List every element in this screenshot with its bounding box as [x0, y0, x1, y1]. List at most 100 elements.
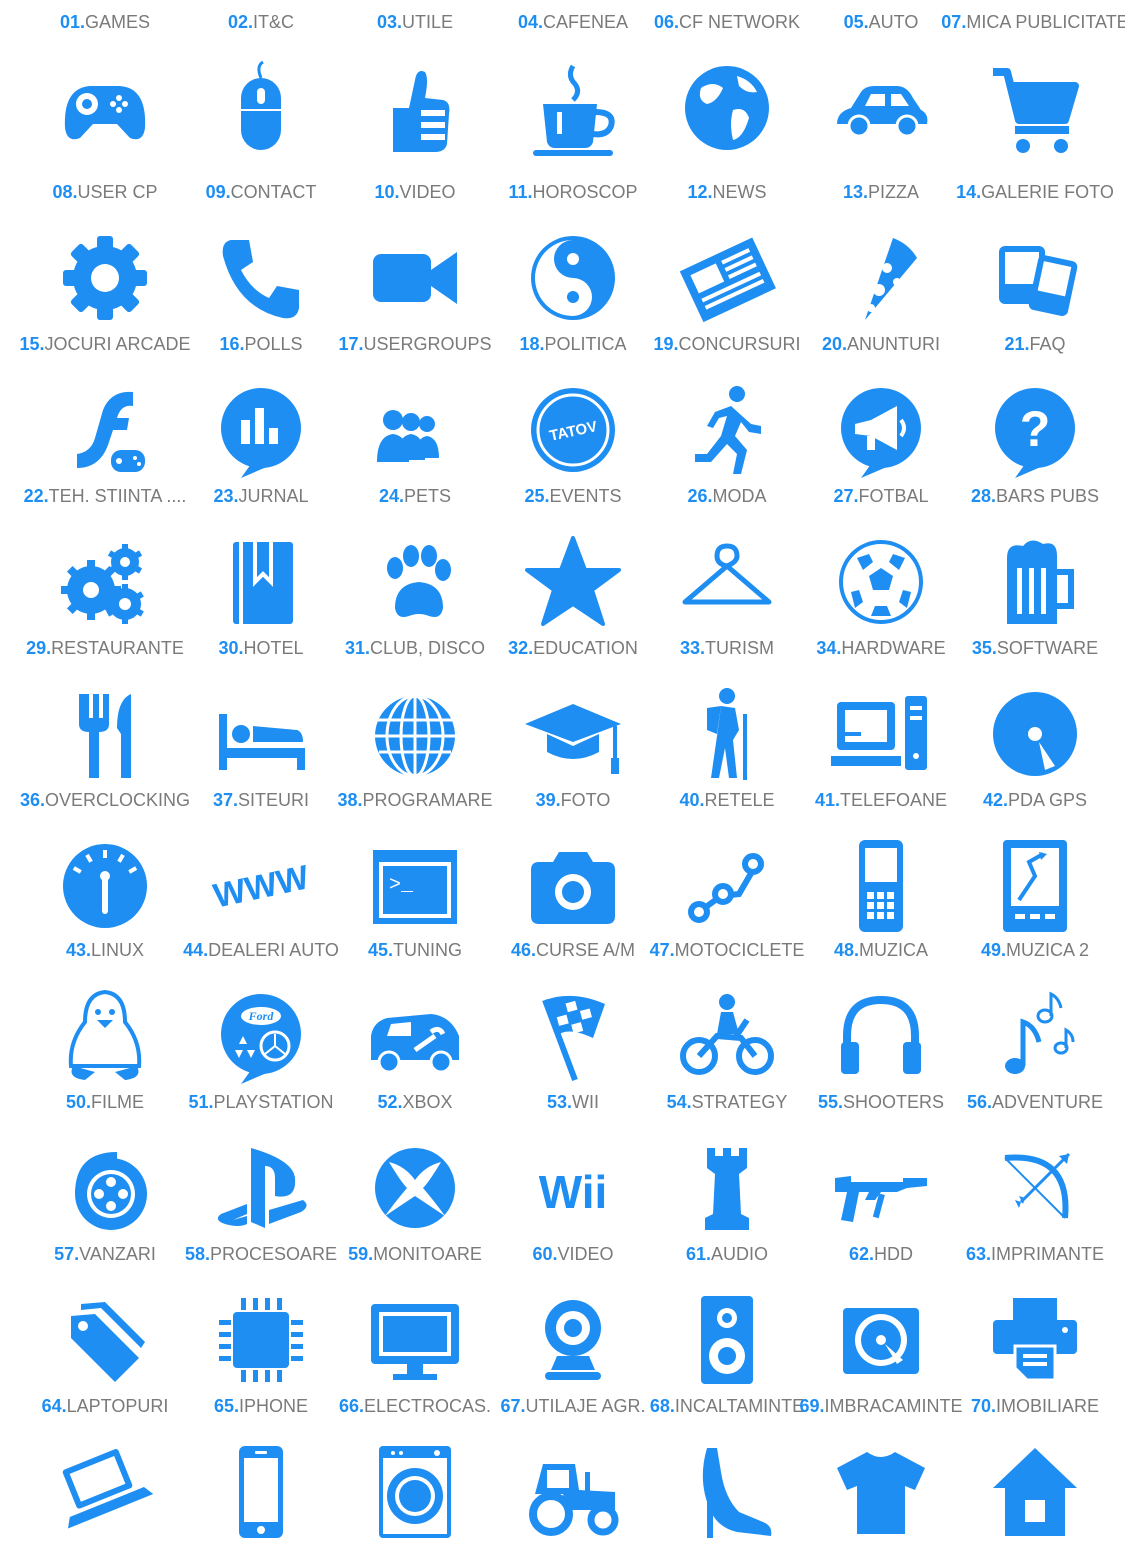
gear-icon — [55, 228, 155, 328]
category-number: 07. — [941, 12, 967, 32]
category-number: 61. — [685, 1244, 711, 1264]
hard-drive-icon — [831, 1290, 931, 1390]
www-icon: WWW — [211, 836, 311, 936]
xbox-icon — [365, 1138, 465, 1238]
category-number: 54. — [666, 1092, 692, 1112]
mobile-phone-icon — [831, 836, 931, 936]
category-tile[interactable]: 07.MICA PUBLICITATE — [941, 0, 1125, 153]
house-icon — [985, 1442, 1085, 1542]
category-number: 35. — [971, 638, 997, 658]
category-name: NEWS — [712, 182, 767, 202]
beer-mug-icon — [985, 532, 1085, 632]
category-number: 60. — [532, 1244, 558, 1264]
disco-ball-icon — [365, 684, 465, 784]
category-number: 34. — [816, 638, 842, 658]
category-number: 39. — [535, 790, 561, 810]
thumbs-up-icon — [365, 58, 465, 158]
bed-icon — [211, 684, 311, 784]
camera-icon — [523, 836, 623, 936]
category-tile[interactable]: 42.PDA GPS — [950, 778, 1120, 932]
category-number: 19. — [653, 334, 679, 354]
wii-icon: Wii — [523, 1138, 623, 1238]
category-number: 05. — [843, 12, 869, 32]
high-heel-icon — [677, 1442, 777, 1542]
category-number: 64. — [41, 1396, 67, 1416]
svg-text:WWW: WWW — [211, 858, 311, 915]
category-name: PETS — [404, 486, 452, 506]
category-number: 36. — [19, 790, 45, 810]
pizza-icon — [831, 228, 931, 328]
bow-arrow-icon — [985, 1138, 1085, 1238]
printer-icon — [985, 1290, 1085, 1390]
category-number: 41. — [814, 790, 840, 810]
mouse-icon — [211, 58, 311, 158]
smartphone-icon — [211, 1442, 311, 1542]
category-name: EVENTS — [549, 486, 622, 506]
fork-knife-icon — [55, 684, 155, 784]
poll-chart-bubble-icon — [211, 380, 311, 480]
category-number: 38. — [337, 790, 363, 810]
category-number: 59. — [348, 1244, 374, 1264]
category-number: 20. — [821, 334, 848, 354]
music-notes-icon — [985, 986, 1085, 1086]
category-number: 17. — [338, 334, 364, 354]
category-name: FAQ — [1029, 334, 1066, 354]
category-tile[interactable]: 35.SOFTWARE — [950, 626, 1120, 776]
checkered-flag-icon — [523, 986, 623, 1086]
category-label: 35.SOFTWARE — [920, 638, 1125, 659]
category-label: 07.MICA PUBLICITATE — [920, 12, 1125, 33]
category-number: 04. — [517, 12, 543, 32]
category-name: MUZICA 2 — [1006, 940, 1090, 960]
category-name: AUTO — [868, 12, 919, 32]
category-number: 08. — [52, 182, 78, 202]
category-number: 63. — [965, 1244, 991, 1264]
category-label: 28.BARS PUBS — [920, 486, 1125, 507]
category-number: 52. — [377, 1092, 403, 1112]
car-brands-bubble-icon: Ford — [211, 986, 311, 1086]
gamepad-icon — [55, 58, 155, 158]
webcam-icon — [523, 1290, 623, 1390]
category-number: 43. — [65, 940, 91, 960]
category-number: 65. — [213, 1396, 239, 1416]
soccer-ball-icon — [831, 532, 931, 632]
hiker-icon — [677, 684, 777, 784]
category-number: 15. — [19, 334, 45, 354]
category-number: 14. — [956, 182, 982, 202]
category-number: 32. — [508, 638, 534, 658]
category-name: HOTEL — [243, 638, 304, 658]
category-number: 25. — [524, 486, 550, 506]
category-tile[interactable]: 21.FAQ? — [950, 322, 1120, 478]
category-name: MUZICA — [859, 940, 929, 960]
category-number: 42. — [982, 790, 1008, 810]
category-number: 26. — [687, 486, 713, 506]
phone-icon — [211, 228, 311, 328]
category-name: SITEURI — [238, 790, 310, 810]
category-name: GAMES — [85, 12, 151, 32]
chess-rook-icon — [677, 1138, 777, 1238]
category-number: 02. — [227, 12, 253, 32]
megaphone-bubble-icon — [831, 380, 931, 480]
category-tile[interactable]: 14.GALERIE FOTO — [950, 170, 1120, 317]
category-tile[interactable]: 49.MUZICA 2 — [950, 928, 1120, 1074]
category-number: 01. — [59, 12, 85, 32]
category-number: 33. — [679, 638, 706, 658]
category-tile[interactable]: 28.BARS PUBS — [950, 474, 1120, 624]
disc-icon — [985, 684, 1085, 784]
category-tile[interactable]: 63.IMPRIMANTE — [950, 1232, 1120, 1382]
category-name: MODA — [712, 486, 767, 506]
film-reel-icon — [55, 1138, 155, 1238]
category-tile[interactable]: 56.ADVENTURE — [950, 1080, 1120, 1220]
category-tile[interactable]: 70.IMOBILIARE — [950, 1384, 1120, 1536]
category-number: 58. — [184, 1244, 210, 1264]
icon-grid: 01.GAMES 02.IT&C 03.UTILE 04.CAFENEA 06.CF N… — [0, 0, 1125, 1538]
speaker-icon — [677, 1290, 777, 1390]
category-name: HDD — [874, 1244, 914, 1264]
photo-gallery-icon — [985, 228, 1085, 328]
category-number: 53. — [546, 1092, 573, 1112]
tux-penguin-icon — [55, 986, 155, 1086]
category-number: 31. — [344, 638, 370, 658]
car-icon — [831, 58, 931, 158]
category-name: VIDEO — [557, 1244, 614, 1264]
category-label: 70.IMOBILIARE — [920, 1396, 1125, 1417]
category-number: 69. — [799, 1396, 825, 1416]
